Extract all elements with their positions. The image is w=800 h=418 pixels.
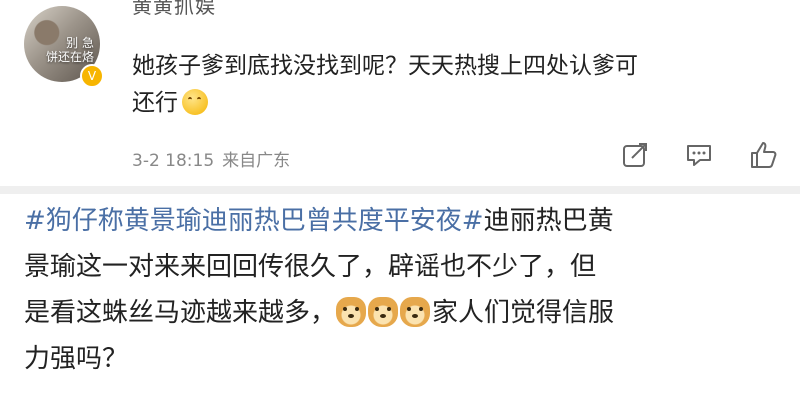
comment-location: 来自广东 [222, 151, 291, 171]
comment-meta: 3-2 18:15 来自广东 [132, 146, 290, 171]
comment-text-line1: 她孩子爹到底找没找到呢？天天热搜上四处认爹可 [132, 53, 638, 79]
doge-emoji-icon [368, 297, 399, 327]
comment-text: 她孩子爹到底找没找到呢？天天热搜上四处认爹可 还行 [132, 48, 772, 122]
comment-icon [687, 145, 711, 166]
hashtag-link[interactable]: #狗仔称黄景瑜迪丽热巴曾共度平安夜# [24, 206, 484, 236]
share-icon [623, 143, 647, 167]
like-icon [751, 142, 777, 168]
avatar-overlay-line1: 别 急 [66, 36, 94, 50]
comment-text-line2: 还行 [132, 90, 178, 116]
doge-emoji-icon [336, 297, 367, 327]
comment-timestamp: 3-2 18:15 [132, 151, 215, 171]
avatar-overlay-line2: 饼还在烙 [45, 50, 94, 64]
divider [0, 186, 800, 194]
smile-emoji-icon [182, 89, 208, 115]
post-text: #狗仔称黄景瑜迪丽热巴曾共度平安夜#迪丽热巴黄 景瑜这一对来来回回传很久了，辟谣… [24, 198, 784, 382]
post-text-line3: 是看这蛛丝马迹越来越多， [24, 298, 337, 328]
post-text-line3-tail: 家人们觉得信服 [432, 298, 615, 328]
share-button[interactable] [620, 140, 654, 174]
comment-card: 别 急 饼还在烙 V 黄黄抓娱 她孩子爹到底找没找到呢？天天热搜上四处认爹可 还… [0, 0, 800, 186]
verified-badge-icon: V [80, 64, 104, 88]
username[interactable]: 黄黄抓娱 [132, 0, 216, 19]
post-text-line4: 力强吗？ [24, 344, 129, 374]
post-text-line2: 景瑜这一对来来回回传很久了，辟谣也不少了，但 [24, 252, 597, 282]
like-button[interactable] [748, 140, 782, 174]
post-text-line1-tail: 迪丽热巴黄 [483, 206, 614, 236]
avatar-overlay-text: 别 急 饼还在烙 [46, 36, 94, 64]
doge-emoji-icon [400, 297, 431, 327]
comment-button[interactable] [684, 140, 718, 174]
